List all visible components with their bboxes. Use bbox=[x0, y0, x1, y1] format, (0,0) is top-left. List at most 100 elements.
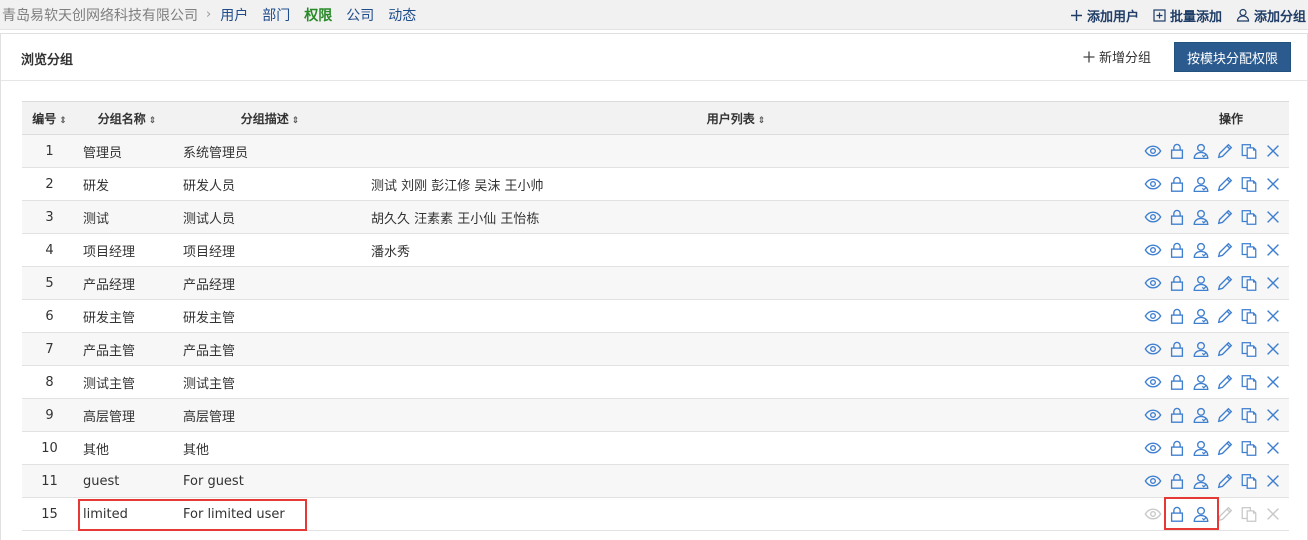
close-icon[interactable] bbox=[1261, 141, 1285, 161]
pencil-icon[interactable] bbox=[1213, 273, 1237, 293]
close-icon[interactable] bbox=[1261, 339, 1285, 359]
row-user-list bbox=[363, 332, 1109, 366]
pencil-icon[interactable] bbox=[1213, 207, 1237, 227]
pencil-icon[interactable] bbox=[1213, 372, 1237, 392]
column-header-id[interactable]: 编号 ⇕ bbox=[22, 101, 77, 135]
row-action-group bbox=[1109, 504, 1289, 524]
lock-icon[interactable] bbox=[1165, 405, 1189, 425]
pencil-icon[interactable] bbox=[1213, 438, 1237, 458]
user-check-icon[interactable] bbox=[1189, 372, 1213, 392]
close-icon[interactable] bbox=[1261, 471, 1285, 491]
copy-icon[interactable] bbox=[1237, 174, 1261, 194]
column-header-name[interactable]: 分组名称 ⇕ bbox=[77, 101, 177, 135]
copy-icon[interactable] bbox=[1237, 372, 1261, 392]
pencil-icon[interactable] bbox=[1213, 141, 1237, 161]
pencil-icon[interactable] bbox=[1213, 339, 1237, 359]
close-icon[interactable] bbox=[1261, 405, 1285, 425]
user-check-icon[interactable] bbox=[1189, 504, 1213, 524]
row-user-list: 胡久久 汪素素 王小仙 王怡栋 bbox=[363, 200, 1109, 234]
copy-icon[interactable] bbox=[1237, 207, 1261, 227]
view-icon[interactable] bbox=[1141, 438, 1165, 458]
view-icon[interactable] bbox=[1141, 273, 1165, 293]
close-icon[interactable] bbox=[1261, 240, 1285, 260]
add-group-button[interactable]: 添加分组 bbox=[1236, 6, 1306, 25]
user-check-icon[interactable] bbox=[1189, 306, 1213, 326]
pencil-icon bbox=[1213, 504, 1237, 524]
lock-icon[interactable] bbox=[1165, 372, 1189, 392]
pencil-icon[interactable] bbox=[1213, 306, 1237, 326]
copy-icon[interactable] bbox=[1237, 141, 1261, 161]
add-user-button[interactable]: 添加用户 bbox=[1070, 6, 1139, 25]
company-breadcrumb[interactable]: 青岛易软天创网络科技有限公司 bbox=[2, 5, 198, 25]
user-check-icon[interactable] bbox=[1189, 405, 1213, 425]
close-icon[interactable] bbox=[1261, 438, 1285, 458]
copy-icon[interactable] bbox=[1237, 405, 1261, 425]
nav-link-users[interactable]: 用户 bbox=[220, 5, 248, 25]
nav-link-permissions[interactable]: 权限 bbox=[304, 5, 332, 25]
copy-icon[interactable] bbox=[1237, 438, 1261, 458]
column-header-users[interactable]: 用户列表 ⇕ bbox=[363, 101, 1109, 135]
table-row: 6 研发主管 研发主管 bbox=[22, 299, 1289, 333]
user-check-icon[interactable] bbox=[1189, 273, 1213, 293]
view-icon[interactable] bbox=[1141, 207, 1165, 227]
close-icon[interactable] bbox=[1261, 306, 1285, 326]
view-icon[interactable] bbox=[1141, 339, 1165, 359]
assign-by-module-button[interactable]: 按模块分配权限 bbox=[1174, 42, 1291, 72]
lock-icon[interactable] bbox=[1165, 471, 1189, 491]
pencil-icon[interactable] bbox=[1213, 405, 1237, 425]
copy-icon[interactable] bbox=[1237, 306, 1261, 326]
lock-icon[interactable] bbox=[1165, 504, 1189, 524]
user-check-icon[interactable] bbox=[1189, 141, 1213, 161]
lock-icon[interactable] bbox=[1165, 438, 1189, 458]
lock-icon[interactable] bbox=[1165, 306, 1189, 326]
view-icon[interactable] bbox=[1141, 306, 1165, 326]
close-icon[interactable] bbox=[1261, 273, 1285, 293]
lock-icon[interactable] bbox=[1165, 174, 1189, 194]
lock-icon[interactable] bbox=[1165, 207, 1189, 227]
close-icon[interactable] bbox=[1261, 372, 1285, 392]
column-header-description[interactable]: 分组描述 ⇕ bbox=[177, 101, 363, 135]
batch-add-button[interactable]: 批量添加 bbox=[1153, 6, 1222, 25]
table-header-row: 编号 ⇕ 分组名称 ⇕ 分组描述 ⇕ 用户列表 ⇕ 操作 bbox=[22, 101, 1289, 135]
user-check-icon[interactable] bbox=[1189, 174, 1213, 194]
row-user-list bbox=[363, 431, 1109, 465]
pencil-icon[interactable] bbox=[1213, 174, 1237, 194]
user-check-icon[interactable] bbox=[1189, 240, 1213, 260]
close-icon[interactable] bbox=[1261, 207, 1285, 227]
row-id: 10 bbox=[22, 431, 77, 465]
row-actions bbox=[1109, 200, 1289, 234]
view-icon[interactable] bbox=[1141, 240, 1165, 260]
pencil-icon[interactable] bbox=[1213, 471, 1237, 491]
row-group-description: 测试主管 bbox=[177, 365, 363, 399]
copy-icon[interactable] bbox=[1237, 273, 1261, 293]
row-actions bbox=[1109, 464, 1289, 498]
user-check-icon[interactable] bbox=[1189, 207, 1213, 227]
lock-icon[interactable] bbox=[1165, 339, 1189, 359]
copy-icon[interactable] bbox=[1237, 339, 1261, 359]
view-icon[interactable] bbox=[1141, 174, 1165, 194]
new-group-button[interactable]: 新增分组 bbox=[1083, 47, 1151, 66]
sort-icon: ⇕ bbox=[291, 115, 300, 126]
user-check-icon[interactable] bbox=[1189, 339, 1213, 359]
user-check-icon[interactable] bbox=[1189, 471, 1213, 491]
close-icon[interactable] bbox=[1261, 174, 1285, 194]
view-icon[interactable] bbox=[1141, 405, 1165, 425]
pencil-icon[interactable] bbox=[1213, 240, 1237, 260]
view-icon[interactable] bbox=[1141, 471, 1165, 491]
copy-icon[interactable] bbox=[1237, 471, 1261, 491]
lock-icon[interactable] bbox=[1165, 273, 1189, 293]
row-user-list bbox=[363, 266, 1109, 300]
view-icon[interactable] bbox=[1141, 141, 1165, 161]
top-actions: 添加用户 批量添加 添加分组 bbox=[1056, 0, 1306, 30]
view-icon[interactable] bbox=[1141, 372, 1165, 392]
row-group-description: 高层管理 bbox=[177, 398, 363, 432]
lock-icon[interactable] bbox=[1165, 240, 1189, 260]
nav-link-activity[interactable]: 动态 bbox=[388, 5, 416, 25]
user-check-icon[interactable] bbox=[1189, 438, 1213, 458]
close-icon bbox=[1261, 504, 1285, 524]
nav-link-company[interactable]: 公司 bbox=[346, 5, 374, 25]
copy-icon[interactable] bbox=[1237, 240, 1261, 260]
lock-icon[interactable] bbox=[1165, 141, 1189, 161]
nav-link-departments[interactable]: 部门 bbox=[262, 5, 290, 25]
batch-plus-icon bbox=[1153, 8, 1166, 22]
